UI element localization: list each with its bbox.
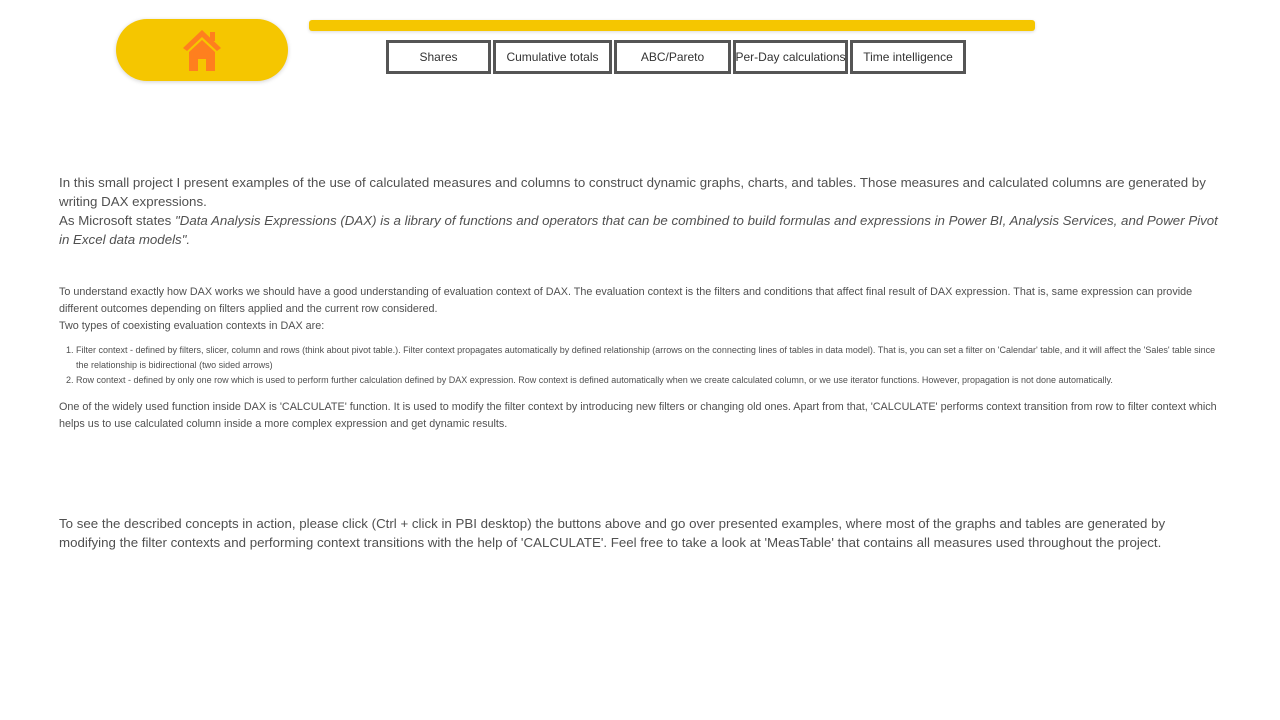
home-icon bbox=[179, 27, 225, 73]
outro-text-block: To see the described concepts in action,… bbox=[59, 514, 1224, 552]
nav-button-cumulative-totals[interactable]: Cumulative totals bbox=[493, 40, 612, 74]
nav-button-time-intelligence[interactable]: Time intelligence bbox=[850, 40, 966, 74]
home-button[interactable] bbox=[116, 19, 288, 81]
outro-paragraph: To see the described concepts in action,… bbox=[59, 516, 1166, 550]
intro-paragraph: In this small project I present examples… bbox=[59, 175, 1206, 209]
calculate-paragraph: One of the widely used function inside D… bbox=[59, 401, 1217, 430]
context-types-list: Filter context - defined by filters, sli… bbox=[59, 343, 1224, 388]
intro-text-block: In this small project I present examples… bbox=[59, 173, 1224, 249]
dax-definition-quote: "Data Analysis Expressions (DAX) is a li… bbox=[59, 213, 1218, 247]
microsoft-quote-paragraph: As Microsoft states "Data Analysis Expre… bbox=[59, 211, 1224, 249]
quote-prefix: As Microsoft states bbox=[59, 213, 176, 228]
list-item-filter-context: Filter context - defined by filters, sli… bbox=[76, 343, 1224, 373]
nav-button-per-day-calculations[interactable]: Per-Day calculations bbox=[733, 40, 848, 74]
context-types-intro: Two types of coexisting evaluation conte… bbox=[59, 320, 325, 332]
page-navigation: Shares Cumulative totals ABC/Pareto Per-… bbox=[386, 40, 966, 74]
evaluation-context-paragraph: To understand exactly how DAX works we s… bbox=[59, 286, 1193, 315]
nav-button-shares[interactable]: Shares bbox=[386, 40, 491, 74]
evaluation-context-text-block: To understand exactly how DAX works we s… bbox=[59, 284, 1224, 433]
list-item-row-context: Row context - defined by only one row wh… bbox=[76, 373, 1224, 388]
header-accent-bar bbox=[309, 20, 1035, 31]
nav-button-abc-pareto[interactable]: ABC/Pareto bbox=[614, 40, 731, 74]
